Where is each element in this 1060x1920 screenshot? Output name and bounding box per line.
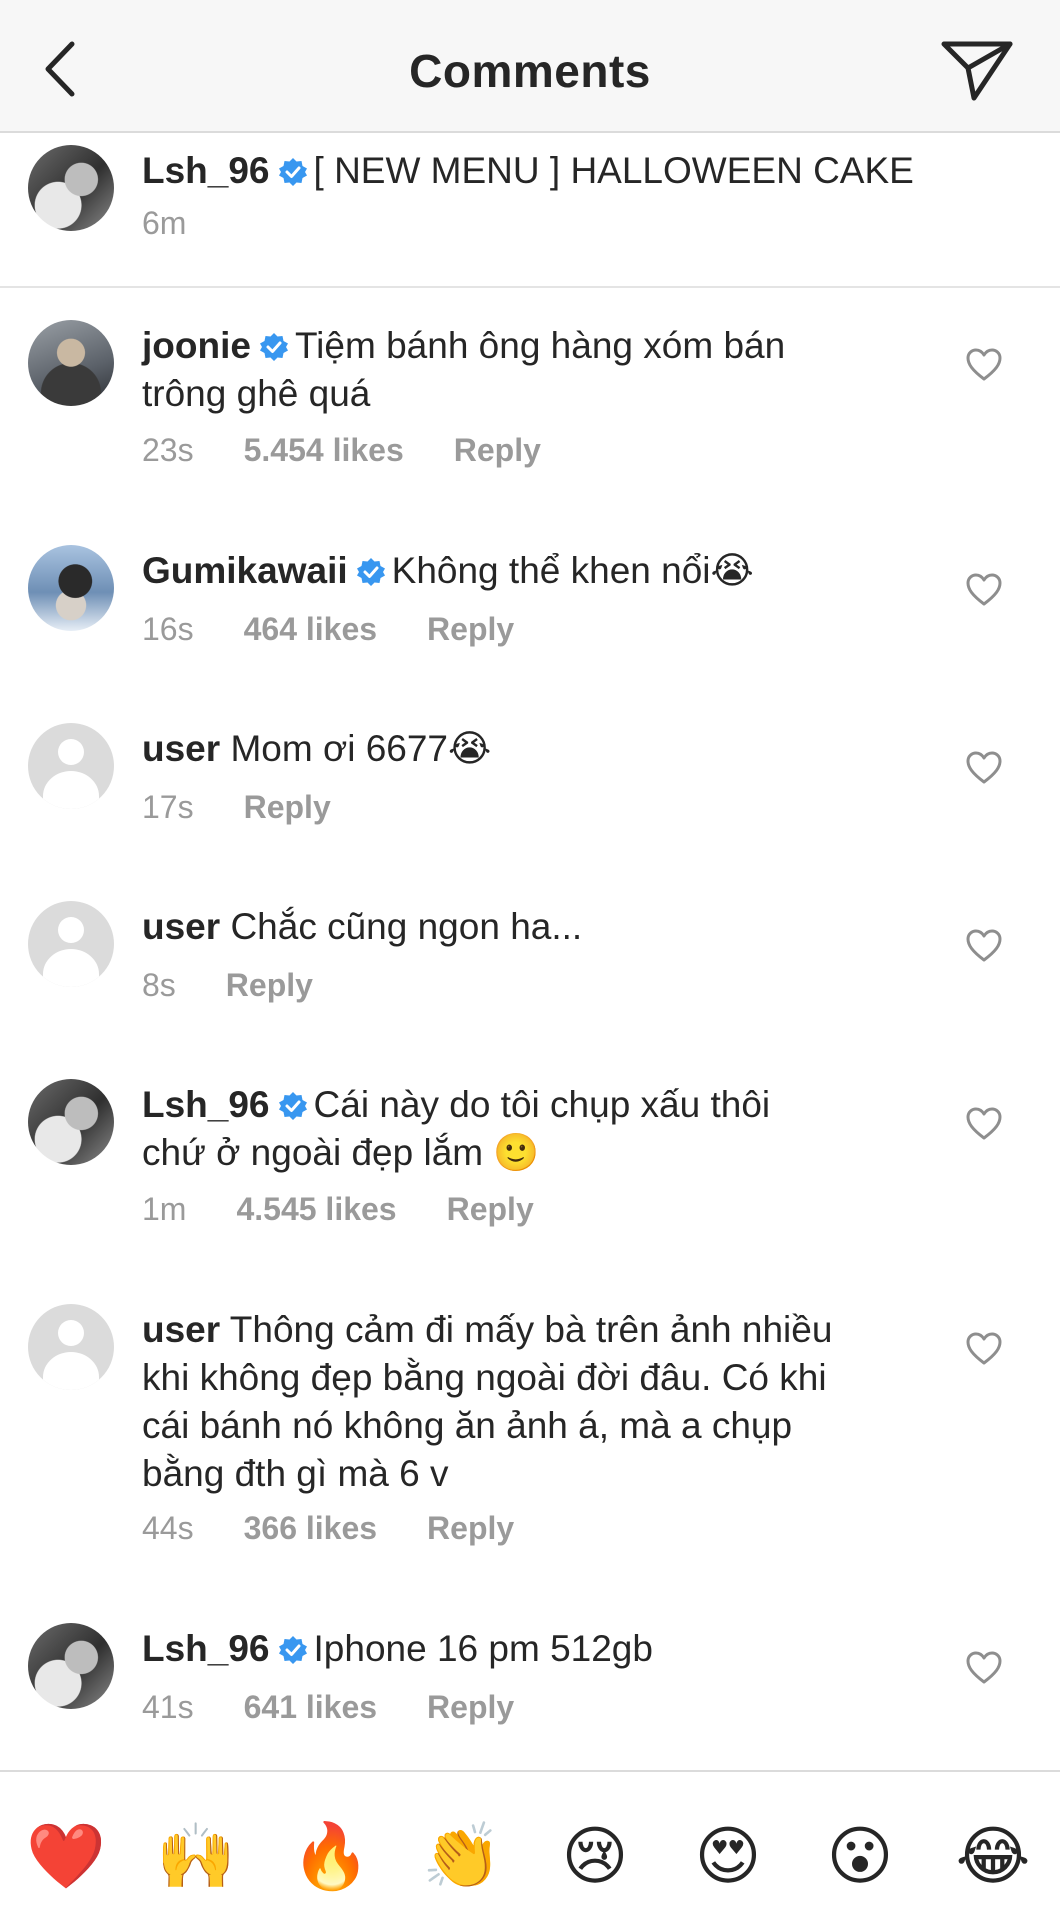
comment-text: user Chắc cũng ngon ha... <box>142 903 922 951</box>
caption-meta: 6m <box>142 205 236 242</box>
heart-like-icon[interactable] <box>966 751 1002 785</box>
comment-body-line: chứ ở ngoài đẹp lắm 🙂 <box>142 1132 540 1173</box>
verified-badge-icon <box>259 333 288 361</box>
caption-body: [ NEW MENU ] HALLOWEEN CAKE <box>313 150 914 191</box>
avatar-placeholder-head <box>58 739 84 765</box>
likes-count[interactable]: 5.454 likes <box>244 432 404 469</box>
comment-body-line: Chắc cũng ngon ha... <box>230 906 583 947</box>
likes-count[interactable]: 4.545 likes <box>236 1191 396 1228</box>
comment-body-line: khi không đẹp bằng ngoài đời đâu. Có khi <box>142 1357 827 1398</box>
caption-username[interactable]: Lsh_96 <box>142 150 270 191</box>
comment-username[interactable]: Gumikawaii <box>142 550 348 591</box>
emoji-heart-button[interactable]: ❤️ <box>26 1817 106 1897</box>
comment-time: 44s <box>142 1510 194 1546</box>
emoji-surprised-button[interactable]: 😮 <box>820 1817 900 1897</box>
comment-body-line: Tiệm bánh ông hàng xóm bán <box>294 325 786 366</box>
comment-username[interactable]: user <box>142 906 220 947</box>
verified-badge-icon <box>278 158 307 186</box>
likes-count[interactable]: 366 likes <box>244 1510 377 1547</box>
comment-username[interactable]: user <box>142 1309 220 1350</box>
verified-badge-icon <box>278 1092 307 1120</box>
comment-time: 1m <box>142 1191 187 1227</box>
emoji-clapping-button[interactable]: 👏 <box>422 1817 502 1897</box>
avatar[interactable] <box>28 1079 114 1165</box>
reply-button[interactable]: Reply <box>244 789 331 826</box>
reply-button[interactable]: Reply <box>226 967 313 1004</box>
comments-screen: Comments Lsh_96 [ NEW MENU ] HALLOWEEN CA… <box>0 0 1060 1920</box>
likes-count[interactable]: 641 likes <box>244 1689 377 1726</box>
comment-meta: 1m 4.545 likes Reply <box>142 1191 584 1228</box>
reply-button[interactable]: Reply <box>427 611 514 648</box>
avatar[interactable] <box>28 1623 114 1709</box>
reply-button[interactable]: Reply <box>427 1510 514 1547</box>
comment-meta: 41s 641 likes Reply <box>142 1689 564 1726</box>
avatar[interactable] <box>28 1304 114 1390</box>
post-caption: Lsh_96 [ NEW MENU ] HALLOWEEN CAKE 6m <box>0 133 1060 288</box>
comment-username[interactable]: joonie <box>142 325 251 366</box>
comment-text: joonie Tiệm bánh ông hàng xóm bán trông g… <box>142 322 922 418</box>
avatar[interactable] <box>28 320 114 406</box>
comment-meta: 16s 464 likes Reply <box>142 611 564 648</box>
avatar[interactable] <box>28 723 114 809</box>
comment-text: user Mom ơi 6677😭 <box>142 725 922 773</box>
heart-like-icon[interactable] <box>966 573 1002 607</box>
verified-badge-icon <box>356 558 385 586</box>
comment-time: 17s <box>142 789 194 825</box>
heart-like-icon[interactable] <box>966 1107 1002 1141</box>
avatar[interactable] <box>28 145 114 231</box>
comment-username[interactable]: user <box>142 728 220 769</box>
comment-time: 41s <box>142 1689 194 1725</box>
avatar[interactable] <box>28 545 114 631</box>
avatar-placeholder-head <box>58 917 84 943</box>
top-bar: Comments <box>0 0 1060 133</box>
emoji-raised-hands-button[interactable]: 🙌 <box>156 1817 236 1897</box>
comment-username[interactable]: Lsh_96 <box>142 1628 270 1669</box>
verified-badge-icon <box>278 1636 307 1664</box>
comment-meta: 17s Reply <box>142 789 381 826</box>
comment-time: 23s <box>142 432 194 468</box>
avatar-placeholder-head <box>58 1320 84 1346</box>
send-paper-plane-icon[interactable] <box>940 38 1014 102</box>
reply-button[interactable]: Reply <box>447 1191 534 1228</box>
comment-body-line: Iphone 16 pm 512gb <box>313 1628 653 1669</box>
comment-body-line: cái bánh nó không ăn ảnh á, mà a chụp <box>142 1405 793 1446</box>
heart-like-icon[interactable] <box>966 348 1002 382</box>
comment-body-line: Mom ơi 6677😭 <box>230 728 492 769</box>
comment-meta: 44s 366 likes Reply <box>142 1510 564 1547</box>
comment-text: user Thông cảm đi mấy bà trên ảnh nhiều … <box>142 1306 922 1498</box>
comment-username[interactable]: Lsh_96 <box>142 1084 270 1125</box>
reply-button[interactable]: Reply <box>427 1689 514 1726</box>
comment-body-line: trông ghê quá <box>142 373 371 414</box>
comment-meta: 23s 5.454 likes Reply <box>142 432 591 469</box>
emoji-quick-bar: ❤️ 🙌 🔥 👏 😢 😍 😮 😂 <box>0 1770 1060 1920</box>
comment-body-line: Cái này do tôi chụp xấu thôi <box>313 1084 771 1125</box>
caption-text: Lsh_96 [ NEW MENU ] HALLOWEEN CAKE <box>142 147 1042 195</box>
comment-text: Gumikawaii Không thể khen nổi😭 <box>142 547 922 595</box>
emoji-laughing-button[interactable]: 😂 <box>953 1817 1033 1897</box>
comment-body-line: Không thể khen nổi😭 <box>391 550 754 591</box>
avatar-placeholder-body <box>43 949 99 987</box>
comment-meta: 8s Reply <box>142 967 363 1004</box>
reply-button[interactable]: Reply <box>454 432 541 469</box>
comment-body-line: bằng đth gì mà 6 v <box>142 1453 449 1494</box>
comment-text: Lsh_96 Iphone 16 pm 512gb <box>142 1625 922 1673</box>
avatar-placeholder-body <box>43 1352 99 1390</box>
heart-like-icon[interactable] <box>966 1651 1002 1685</box>
comment-time: 16s <box>142 611 194 647</box>
emoji-crying-button[interactable]: 😢 <box>555 1817 635 1897</box>
caption-time: 6m <box>142 205 187 241</box>
emoji-heart-eyes-button[interactable]: 😍 <box>688 1817 768 1897</box>
comment-body-line: Thông cảm đi mấy bà trên ảnh nhiều <box>229 1309 833 1350</box>
comment-time: 8s <box>142 967 176 1003</box>
avatar-placeholder-body <box>43 771 99 809</box>
avatar[interactable] <box>28 901 114 987</box>
page-title: Comments <box>409 45 651 97</box>
heart-like-icon[interactable] <box>966 1332 1002 1366</box>
emoji-fire-button[interactable]: 🔥 <box>291 1817 371 1897</box>
likes-count[interactable]: 464 likes <box>244 611 377 648</box>
heart-like-icon[interactable] <box>966 929 1002 963</box>
comment-text: Lsh_96 Cái này do tôi chụp xấu thôi chứ ở… <box>142 1081 922 1177</box>
